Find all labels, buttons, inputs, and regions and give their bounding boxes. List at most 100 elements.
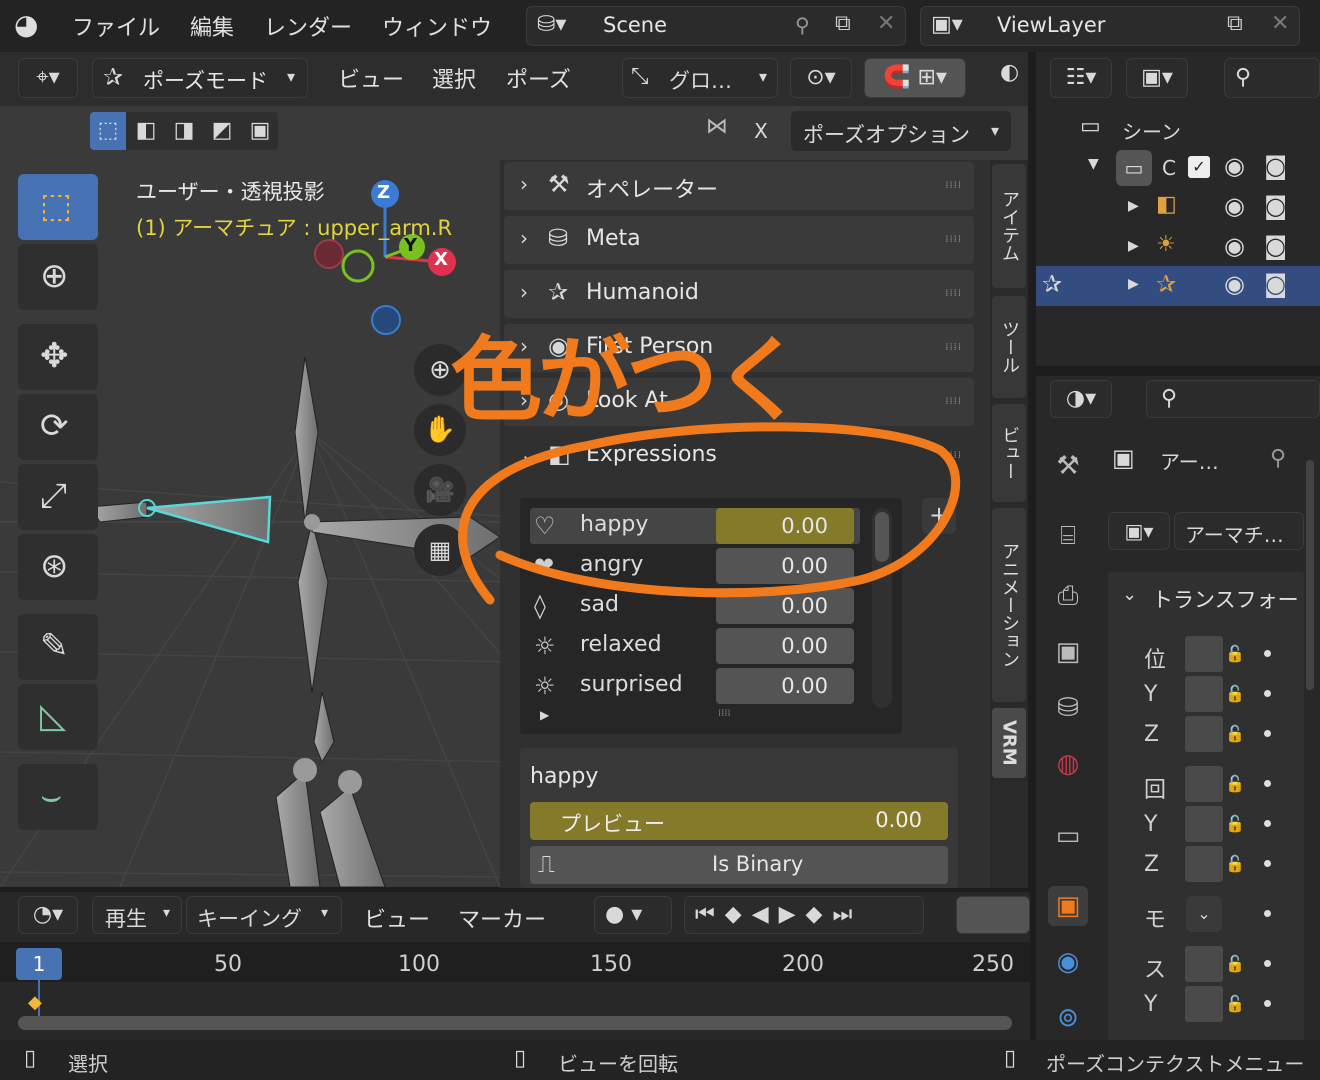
view-layer-properties-icon[interactable]: ▣ xyxy=(1048,632,1088,672)
tab-vrm[interactable]: VRM xyxy=(992,708,1026,778)
expression-row[interactable]: ☼ surprised 0.00 xyxy=(530,668,860,704)
render-properties-icon[interactable]: ⌸ xyxy=(1048,516,1088,556)
world-properties-icon[interactable]: ◍ xyxy=(1048,744,1088,784)
menu-view[interactable]: ビュー xyxy=(338,62,404,94)
pivot-icon[interactable]: ⊙▾ xyxy=(790,58,852,98)
chevron-down-icon[interactable]: ⌄ xyxy=(1122,584,1137,605)
drag-grip-icon[interactable]: ⁞⁞⁞⁞ xyxy=(945,288,962,299)
snap-icon[interactable]: 🧲 ⊞▾ xyxy=(864,58,966,98)
expression-value-field[interactable]: 0.00 xyxy=(716,668,854,704)
data-type-icon[interactable]: ▣▾ xyxy=(1108,512,1170,550)
scene-properties-icon[interactable]: ⛁ xyxy=(1048,688,1088,728)
expand-list-icon[interactable]: ▶ xyxy=(540,708,549,722)
pin-icon[interactable]: ⚲ xyxy=(1270,446,1286,471)
select-new-icon[interactable]: ⬚ xyxy=(90,112,126,150)
pin-icon[interactable]: ⚲ xyxy=(795,13,810,37)
transform-value-field[interactable] xyxy=(1185,946,1223,982)
transform-header[interactable]: トランスフォー xyxy=(1152,584,1302,614)
timeline-scrollbar[interactable] xyxy=(18,1016,1012,1030)
transform-tool[interactable]: ⊛ xyxy=(18,534,98,600)
transform-value-field[interactable] xyxy=(1185,716,1223,752)
keyframe-dot-icon[interactable] xyxy=(1264,780,1271,787)
orientation-selector[interactable]: ⤡ グロ… ▾ xyxy=(622,58,778,98)
new-view-layer-icon[interactable]: ⧉ xyxy=(1227,11,1243,36)
timeline-editor-icon[interactable]: ◔▾ xyxy=(18,896,78,934)
playback-menu[interactable]: 再生 ▾ xyxy=(92,896,182,934)
outliner-armature-row[interactable]: ✰ ▶ ✰ ◉ ◙ xyxy=(1036,266,1320,306)
expand-triangle-icon[interactable]: ▶ xyxy=(1128,238,1139,254)
lock-icon[interactable]: 🔓 xyxy=(1225,814,1245,833)
keyframe-dot-icon[interactable] xyxy=(1264,820,1271,827)
properties-scrollbar[interactable] xyxy=(1306,460,1314,690)
preview-slider[interactable]: プレビュー 0.00 xyxy=(530,802,948,840)
current-frame-field[interactable] xyxy=(956,896,1030,934)
keyframe-icon[interactable]: ◆ xyxy=(28,992,42,1013)
expand-triangle-icon[interactable]: ▶ xyxy=(1128,276,1139,292)
collection-properties-icon[interactable]: ▭ xyxy=(1048,816,1088,856)
scale-tool[interactable]: ⤢ xyxy=(18,464,98,530)
eye-icon[interactable]: ◉ xyxy=(1224,232,1245,260)
menu-select[interactable]: 選択 xyxy=(432,62,476,94)
physics-properties-icon[interactable]: ◉ xyxy=(1048,942,1088,982)
gizmo-z-label[interactable]: Z xyxy=(377,182,390,203)
overlay-icon[interactable]: ◐ xyxy=(1000,60,1028,98)
transform-value-field[interactable] xyxy=(1185,636,1223,672)
output-properties-icon[interactable]: ⎙ xyxy=(1048,576,1088,616)
new-scene-icon[interactable]: ⧉ xyxy=(835,11,851,36)
expand-triangle-icon[interactable]: ▶ xyxy=(1128,198,1139,214)
measure-tool[interactable]: ◺ xyxy=(18,684,98,750)
outliner-filter-icon[interactable]: ▣▾ xyxy=(1126,58,1188,98)
constraint-properties-icon[interactable]: ⊚ xyxy=(1048,998,1088,1038)
select-extend-icon[interactable]: ◧ xyxy=(128,112,164,150)
blender-logo-icon[interactable]: ◕ xyxy=(14,8,54,44)
tab-view[interactable]: ビュー xyxy=(992,404,1026,502)
timeline-ruler[interactable] xyxy=(0,942,1030,982)
select-box-tool[interactable]: ⬚ xyxy=(18,174,98,240)
transform-value-field[interactable] xyxy=(1185,846,1223,882)
keyframe-dot-icon[interactable] xyxy=(1264,690,1271,697)
rotation-mode-dropdown[interactable]: ⌄ xyxy=(1186,896,1222,932)
select-subtract-icon[interactable]: ◨ xyxy=(166,112,202,150)
data-name-field[interactable]: アーマチ… xyxy=(1174,512,1304,550)
menu-render[interactable]: レンダー xyxy=(264,10,352,42)
lock-icon[interactable]: 🔓 xyxy=(1225,644,1245,663)
lock-icon[interactable]: 🔓 xyxy=(1225,774,1245,793)
scene-selector[interactable]: ⛁▾ Scene ⚲ ⧉ ✕ xyxy=(526,6,906,46)
select-invert-icon[interactable]: ◩ xyxy=(204,112,240,150)
keyframe-dot-icon[interactable] xyxy=(1264,730,1271,737)
pose-options-dropdown[interactable]: ポーズオプション ▾ xyxy=(790,110,1012,152)
section-operator[interactable]: › ⚒ オペレーター ⁞⁞⁞⁞ xyxy=(504,162,974,210)
list-resize-grip-icon[interactable]: ⁞⁞⁞⁞ xyxy=(718,708,731,719)
editor-type-icon[interactable]: ⌖▾ xyxy=(18,58,78,98)
render-camera-icon[interactable]: ◙ xyxy=(1264,192,1287,220)
timeline-menu-view[interactable]: ビュー xyxy=(364,902,430,934)
tab-tool[interactable]: ツール xyxy=(992,296,1026,398)
cursor-tool[interactable]: ⊕ xyxy=(18,244,98,310)
eye-icon[interactable]: ◉ xyxy=(1224,152,1245,180)
tab-item[interactable]: アイテム xyxy=(992,164,1026,288)
menu-file[interactable]: ファイル xyxy=(72,10,160,42)
lock-icon[interactable]: 🔓 xyxy=(1225,954,1245,973)
eye-icon[interactable]: ◉ xyxy=(1224,270,1245,298)
current-frame-marker[interactable]: 1 xyxy=(16,948,62,980)
keying-menu[interactable]: キーイング ▾ xyxy=(186,896,342,934)
eye-icon[interactable]: ◉ xyxy=(1224,192,1245,220)
transform-value-field[interactable] xyxy=(1185,806,1223,842)
keyframe-dot-icon[interactable] xyxy=(1264,650,1271,657)
x-mirror-toggle[interactable]: X xyxy=(746,112,776,150)
outliner-search-icon[interactable]: ⚲ xyxy=(1224,58,1320,98)
outliner-collection-label[interactable]: C xyxy=(1162,156,1176,180)
keyframe-dot-icon[interactable] xyxy=(1264,1000,1271,1007)
select-intersect-icon[interactable]: ▣ xyxy=(242,112,278,150)
keyframe-dot-icon[interactable] xyxy=(1264,860,1271,867)
object-name-field[interactable]: アー… xyxy=(1160,446,1219,475)
collection-checkbox[interactable]: ✓ xyxy=(1188,156,1210,178)
drag-grip-icon[interactable]: ⁞⁞⁞⁞ xyxy=(945,180,962,191)
close-view-layer-icon[interactable]: ✕ xyxy=(1271,11,1289,36)
lock-icon[interactable]: 🔓 xyxy=(1225,724,1245,743)
render-camera-icon[interactable]: ◙ xyxy=(1264,232,1287,260)
tab-animation[interactable]: アニメーション xyxy=(992,508,1026,702)
object-properties-icon[interactable]: ▣ xyxy=(1048,886,1088,926)
render-camera-icon[interactable]: ◙ xyxy=(1264,270,1287,298)
properties-search-icon[interactable]: ⚲ xyxy=(1146,380,1320,418)
